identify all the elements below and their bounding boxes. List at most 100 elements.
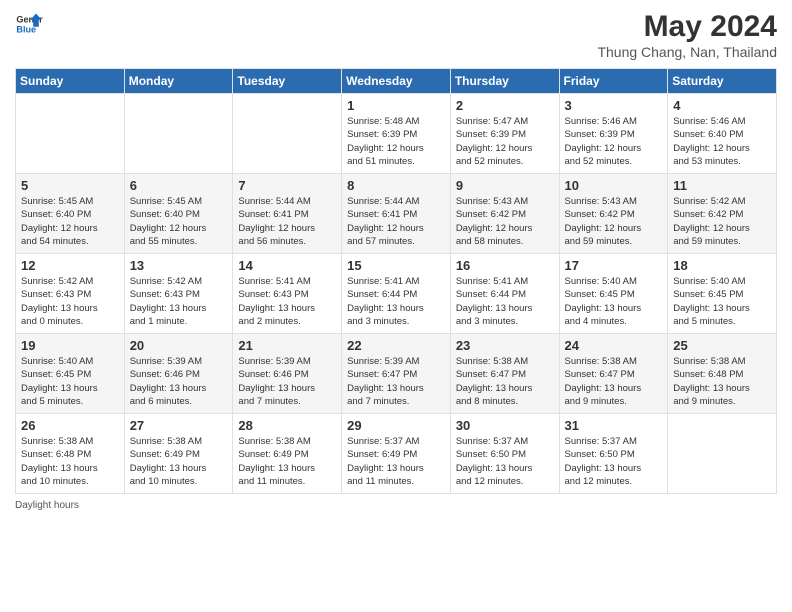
- day-info: Sunrise: 5:38 AM Sunset: 6:48 PM Dayligh…: [673, 355, 771, 408]
- calendar-cell: 11Sunrise: 5:42 AM Sunset: 6:42 PM Dayli…: [668, 174, 777, 254]
- calendar-cell: 8 Sunrise: 5:44 AM Sunset: 6:41 PM Daylig…: [342, 174, 451, 254]
- footer: Daylight hours: [15, 500, 777, 511]
- day-info: Sunrise: 5:38 AM Sunset: 6:49 PM Dayligh…: [130, 435, 228, 488]
- calendar-cell: 10Sunrise: 5:43 AM Sunset: 6:42 PM Dayli…: [559, 174, 668, 254]
- day-info: Sunrise: 5:39 AM Sunset: 6:46 PM Dayligh…: [238, 355, 336, 408]
- day-number: 14: [238, 258, 336, 273]
- header-tuesday: Tuesday: [233, 69, 342, 94]
- day-info: Sunrise: 5:43 AM Sunset: 6:42 PM Dayligh…: [565, 195, 663, 248]
- calendar-cell: 19 Sunrise: 5:40 AM Sunset: 6:45 PM Dayli…: [16, 334, 125, 414]
- calendar-cell: 13Sunrise: 5:42 AM Sunset: 6:43 PM Dayli…: [124, 254, 233, 334]
- month-year: May 2024: [597, 10, 777, 44]
- header-wednesday: Wednesday: [342, 69, 451, 94]
- day-number: 25: [673, 338, 771, 353]
- day-number: 23: [456, 338, 554, 353]
- day-number: 29: [347, 418, 445, 433]
- day-number: 26: [21, 418, 119, 433]
- calendar-cell: 2Sunrise: 5:47 AM Sunset: 6:39 PM Daylig…: [450, 94, 559, 174]
- calendar-cell: [16, 94, 125, 174]
- header-thursday: Thursday: [450, 69, 559, 94]
- calendar-cell: 16 Sunrise: 5:41 AM Sunset: 6:44 PM Dayli…: [450, 254, 559, 334]
- page-header: General Blue May 2024 Thung Chang, Nan, …: [15, 10, 777, 60]
- calendar-cell: 14 Sunrise: 5:41 AM Sunset: 6:43 PM Dayli…: [233, 254, 342, 334]
- header-saturday: Saturday: [668, 69, 777, 94]
- day-info: Sunrise: 5:41 AM Sunset: 6:43 PM Dayligh…: [238, 275, 336, 328]
- day-info: Sunrise: 5:42 AM Sunset: 6:43 PM Dayligh…: [21, 275, 119, 328]
- day-number: 16: [456, 258, 554, 273]
- day-number: 28: [238, 418, 336, 433]
- day-info: Sunrise: 5:38 AM Sunset: 6:49 PM Dayligh…: [238, 435, 336, 488]
- calendar-week-3: 19 Sunrise: 5:40 AM Sunset: 6:45 PM Dayli…: [16, 334, 777, 414]
- day-info: Sunrise: 5:37 AM Sunset: 6:49 PM Dayligh…: [347, 435, 445, 488]
- day-info: Sunrise: 5:39 AM Sunset: 6:47 PM Dayligh…: [347, 355, 445, 408]
- calendar-cell: 25 Sunrise: 5:38 AM Sunset: 6:48 PM Dayli…: [668, 334, 777, 414]
- calendar-cell: [668, 414, 777, 494]
- calendar-cell: 29 Sunrise: 5:37 AM Sunset: 6:49 PM Dayli…: [342, 414, 451, 494]
- day-number: 18: [673, 258, 771, 273]
- calendar-cell: 21 Sunrise: 5:39 AM Sunset: 6:46 PM Dayli…: [233, 334, 342, 414]
- header-friday: Friday: [559, 69, 668, 94]
- calendar-week-4: 26 Sunrise: 5:38 AM Sunset: 6:48 PM Dayli…: [16, 414, 777, 494]
- day-info: Sunrise: 5:46 AM Sunset: 6:40 PM Dayligh…: [673, 115, 771, 168]
- day-info: Sunrise: 5:37 AM Sunset: 6:50 PM Dayligh…: [456, 435, 554, 488]
- day-info: Sunrise: 5:38 AM Sunset: 6:47 PM Dayligh…: [456, 355, 554, 408]
- day-info: Sunrise: 5:40 AM Sunset: 6:45 PM Dayligh…: [673, 275, 771, 328]
- day-number: 22: [347, 338, 445, 353]
- calendar-cell: 7Sunrise: 5:44 AM Sunset: 6:41 PM Daylig…: [233, 174, 342, 254]
- day-info: Sunrise: 5:45 AM Sunset: 6:40 PM Dayligh…: [130, 195, 228, 248]
- day-info: Sunrise: 5:43 AM Sunset: 6:42 PM Dayligh…: [456, 195, 554, 248]
- day-number: 19: [21, 338, 119, 353]
- calendar-cell: 12 Sunrise: 5:42 AM Sunset: 6:43 PM Dayli…: [16, 254, 125, 334]
- calendar-cell: 27 Sunrise: 5:38 AM Sunset: 6:49 PM Dayli…: [124, 414, 233, 494]
- day-info: Sunrise: 5:41 AM Sunset: 6:44 PM Dayligh…: [456, 275, 554, 328]
- calendar-cell: 18 Sunrise: 5:40 AM Sunset: 6:45 PM Dayli…: [668, 254, 777, 334]
- calendar-cell: 9 Sunrise: 5:43 AM Sunset: 6:42 PM Daylig…: [450, 174, 559, 254]
- calendar-cell: 22 Sunrise: 5:39 AM Sunset: 6:47 PM Dayli…: [342, 334, 451, 414]
- day-info: Sunrise: 5:39 AM Sunset: 6:46 PM Dayligh…: [130, 355, 228, 408]
- day-number: 12: [21, 258, 119, 273]
- daylight-label: Daylight hours: [15, 500, 79, 511]
- day-number: 21: [238, 338, 336, 353]
- day-number: 8: [347, 178, 445, 193]
- header-monday: Monday: [124, 69, 233, 94]
- calendar-table: SundayMondayTuesdayWednesdayThursdayFrid…: [15, 68, 777, 494]
- day-number: 30: [456, 418, 554, 433]
- calendar-cell: 23 Sunrise: 5:38 AM Sunset: 6:47 PM Dayli…: [450, 334, 559, 414]
- day-number: 15: [347, 258, 445, 273]
- day-info: Sunrise: 5:40 AM Sunset: 6:45 PM Dayligh…: [21, 355, 119, 408]
- day-number: 17: [565, 258, 663, 273]
- calendar-cell: 6 Sunrise: 5:45 AM Sunset: 6:40 PM Daylig…: [124, 174, 233, 254]
- calendar-cell: 20Sunrise: 5:39 AM Sunset: 6:46 PM Dayli…: [124, 334, 233, 414]
- location: Thung Chang, Nan, Thailand: [597, 44, 777, 60]
- day-info: Sunrise: 5:40 AM Sunset: 6:45 PM Dayligh…: [565, 275, 663, 328]
- day-info: Sunrise: 5:44 AM Sunset: 6:41 PM Dayligh…: [347, 195, 445, 248]
- calendar-cell: 4 Sunrise: 5:46 AM Sunset: 6:40 PM Daylig…: [668, 94, 777, 174]
- day-info: Sunrise: 5:38 AM Sunset: 6:48 PM Dayligh…: [21, 435, 119, 488]
- calendar-cell: 28 Sunrise: 5:38 AM Sunset: 6:49 PM Dayli…: [233, 414, 342, 494]
- calendar-cell: [124, 94, 233, 174]
- calendar-cell: 1 Sunrise: 5:48 AM Sunset: 6:39 PM Daylig…: [342, 94, 451, 174]
- title-block: May 2024 Thung Chang, Nan, Thailand: [597, 10, 777, 60]
- day-number: 5: [21, 178, 119, 193]
- day-info: Sunrise: 5:38 AM Sunset: 6:47 PM Dayligh…: [565, 355, 663, 408]
- day-info: Sunrise: 5:42 AM Sunset: 6:43 PM Dayligh…: [130, 275, 228, 328]
- day-number: 1: [347, 98, 445, 113]
- calendar-week-1: 5 Sunrise: 5:45 AM Sunset: 6:40 PM Daylig…: [16, 174, 777, 254]
- day-info: Sunrise: 5:41 AM Sunset: 6:44 PM Dayligh…: [347, 275, 445, 328]
- calendar-week-2: 12 Sunrise: 5:42 AM Sunset: 6:43 PM Dayli…: [16, 254, 777, 334]
- day-info: Sunrise: 5:44 AM Sunset: 6:41 PM Dayligh…: [238, 195, 336, 248]
- day-info: Sunrise: 5:48 AM Sunset: 6:39 PM Dayligh…: [347, 115, 445, 168]
- logo-icon: General Blue: [15, 10, 43, 38]
- day-number: 27: [130, 418, 228, 433]
- day-number: 4: [673, 98, 771, 113]
- calendar-cell: 15 Sunrise: 5:41 AM Sunset: 6:44 PM Dayli…: [342, 254, 451, 334]
- calendar-cell: 24Sunrise: 5:38 AM Sunset: 6:47 PM Dayli…: [559, 334, 668, 414]
- calendar-cell: 26 Sunrise: 5:38 AM Sunset: 6:48 PM Dayli…: [16, 414, 125, 494]
- day-number: 9: [456, 178, 554, 193]
- day-number: 6: [130, 178, 228, 193]
- calendar-cell: 3Sunrise: 5:46 AM Sunset: 6:39 PM Daylig…: [559, 94, 668, 174]
- day-info: Sunrise: 5:37 AM Sunset: 6:50 PM Dayligh…: [565, 435, 663, 488]
- header-sunday: Sunday: [16, 69, 125, 94]
- calendar-week-0: 1 Sunrise: 5:48 AM Sunset: 6:39 PM Daylig…: [16, 94, 777, 174]
- day-info: Sunrise: 5:42 AM Sunset: 6:42 PM Dayligh…: [673, 195, 771, 248]
